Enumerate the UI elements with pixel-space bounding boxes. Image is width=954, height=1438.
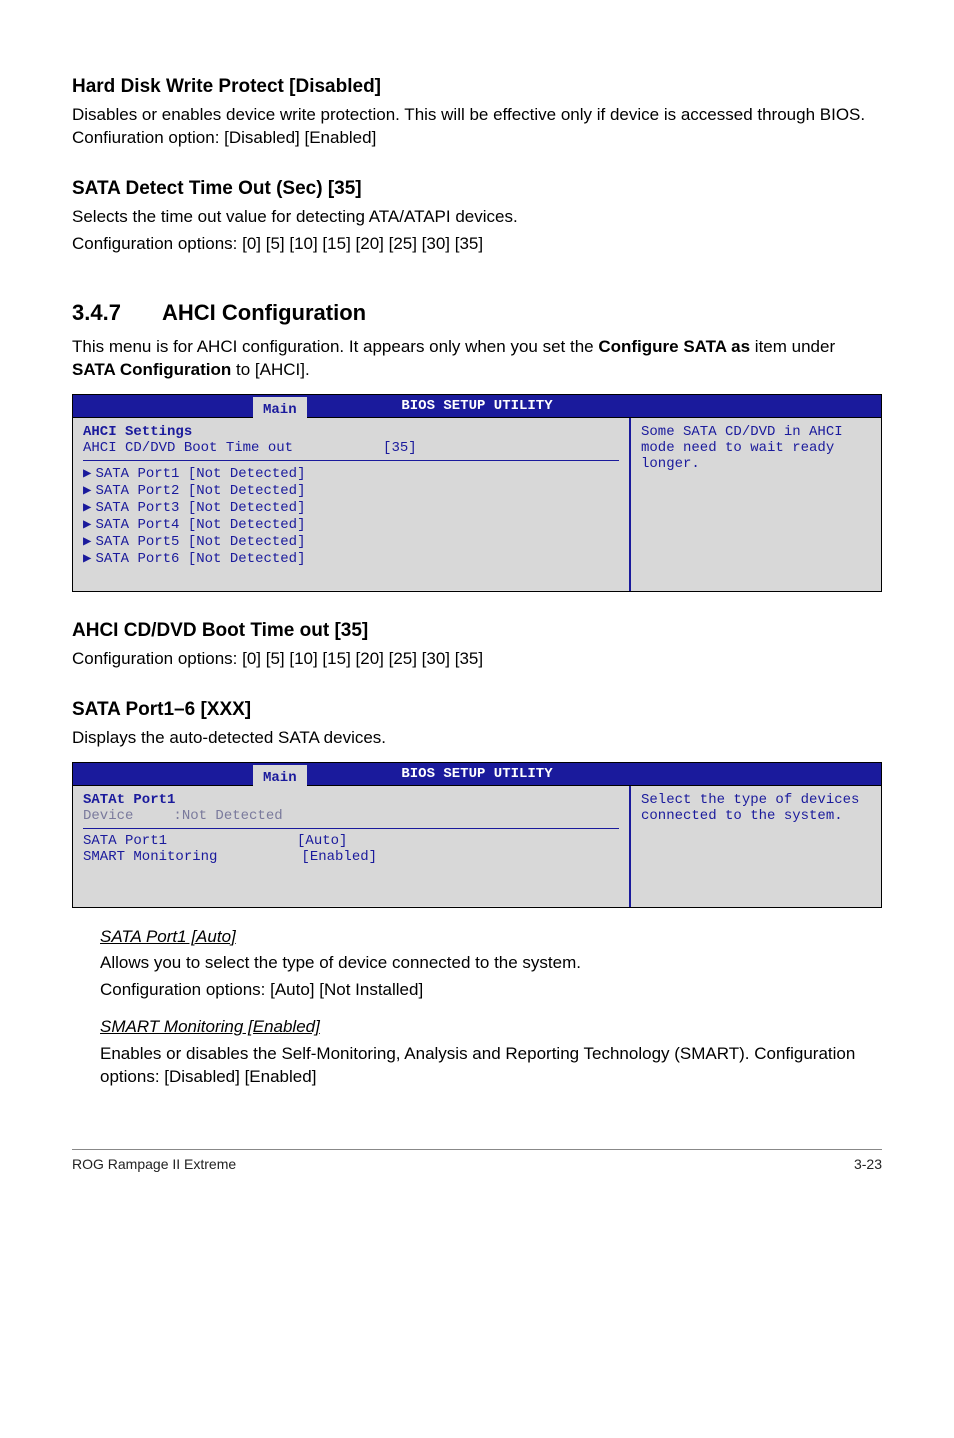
bios-divider	[83, 828, 619, 829]
triangle-icon: ▶	[83, 517, 91, 533]
section-title: AHCI Configuration	[162, 300, 366, 325]
bios-title: BIOS SETUP UTILITY	[401, 398, 552, 414]
sata-detect-timeout-desc-2: Configuration options: [0] [5] [10] [15]…	[72, 233, 882, 256]
bios-title: BIOS SETUP UTILITY	[401, 766, 552, 782]
bios-help-pane: Some SATA CD/DVD in AHCI mode need to wa…	[631, 418, 881, 591]
ahci-boot-time-desc: Configuration options: [0] [5] [10] [15]…	[72, 648, 882, 671]
section-desc-c: item under	[750, 337, 835, 356]
bios-screenshot-ahci: BIOS SETUP UTILITY Main AHCI Settings AH…	[72, 394, 882, 592]
detail-desc: Configuration options: [Auto] [Not Insta…	[100, 979, 882, 1002]
section-desc: This menu is for AHCI configuration. It …	[72, 336, 882, 382]
sata-port-desc: Displays the auto-detected SATA devices.	[72, 727, 882, 750]
bios-port-row: ▶SATA Port2 [Not Detected]	[83, 482, 619, 499]
sata-port-heading: SATA Port1–6 [XXX]	[72, 699, 882, 721]
triangle-icon: ▶	[83, 534, 91, 550]
detail-block: SATA Port1 [Auto] Allows you to select t…	[100, 926, 882, 1003]
bios-row-boot-time: AHCI CD/DVD Boot Time out [35]	[83, 440, 619, 456]
bios-titlebar: BIOS SETUP UTILITY Main	[73, 395, 881, 417]
bios-port-row: ▶SATA Port5 [Not Detected]	[83, 533, 619, 550]
section-desc-d: SATA Configuration	[72, 360, 231, 379]
bios-row-value: [35]	[383, 440, 417, 456]
bios-device-row: Device :Not Detected	[83, 808, 619, 824]
bios-port-row: ▶SATA Port4 [Not Detected]	[83, 516, 619, 533]
hard-disk-write-protect-heading: Hard Disk Write Protect [Disabled]	[72, 76, 882, 98]
section-desc-b: Configure SATA as	[598, 337, 750, 356]
bios-screenshot-sata-port: BIOS SETUP UTILITY Main SATAt Port1 Devi…	[72, 762, 882, 908]
bios-option-value: [Auto]	[297, 833, 347, 849]
bios-left-pane: SATAt Port1 Device :Not Detected SATA Por…	[73, 786, 631, 907]
triangle-icon: ▶	[83, 483, 91, 499]
bios-option-row: SATA Port1 [Auto]	[83, 833, 619, 849]
bios-help-pane: Select the type of devices connected to …	[631, 786, 881, 907]
footer-left: ROG Rampage II Extreme	[72, 1156, 236, 1172]
triangle-icon: ▶	[83, 551, 91, 567]
bios-row-label: AHCI CD/DVD Boot Time out	[83, 440, 293, 456]
bios-option-label: SATA Port1	[83, 833, 167, 849]
section-number: 3.4.7	[72, 300, 162, 326]
bios-option-row: SMART Monitoring [Enabled]	[83, 849, 619, 865]
section-desc-a: This menu is for AHCI configuration. It …	[72, 337, 598, 356]
detail-desc: Allows you to select the type of device …	[100, 952, 882, 975]
bios-port-row: ▶SATA Port1 [Not Detected]	[83, 465, 619, 482]
detail-heading: SMART Monitoring [Enabled]	[100, 1017, 320, 1036]
bios-option-value: [Enabled]	[301, 849, 377, 865]
bios-divider	[83, 460, 619, 461]
bios-help-text: Select the type of devices connected to …	[641, 792, 871, 824]
bios-heading: SATAt Port1	[83, 792, 619, 808]
sata-detect-timeout-desc-1: Selects the time out value for detecting…	[72, 206, 882, 229]
bios-heading: AHCI Settings	[83, 424, 619, 440]
detail-desc: Enables or disables the Self-Monitoring,…	[100, 1043, 882, 1089]
footer-right: 3-23	[854, 1156, 882, 1172]
bios-option-label: SMART Monitoring	[83, 849, 217, 865]
bios-left-pane: AHCI Settings AHCI CD/DVD Boot Time out […	[73, 418, 631, 591]
bios-port-label: SATA Port3 [Not Detected]	[95, 500, 305, 516]
bios-device-value: :Not Detected	[173, 808, 282, 824]
ahci-boot-time-heading: AHCI CD/DVD Boot Time out [35]	[72, 620, 882, 642]
hard-disk-write-protect-desc: Disables or enables device write protect…	[72, 104, 882, 150]
page-content: Hard Disk Write Protect [Disabled] Disab…	[0, 0, 954, 1212]
page-footer: ROG Rampage II Extreme 3-23	[72, 1149, 882, 1172]
triangle-icon: ▶	[83, 466, 91, 482]
bios-port-row: ▶SATA Port3 [Not Detected]	[83, 499, 619, 516]
bios-port-label: SATA Port4 [Not Detected]	[95, 517, 305, 533]
bios-help-text: Some SATA CD/DVD in AHCI mode need to wa…	[641, 424, 871, 472]
bios-port-label: SATA Port2 [Not Detected]	[95, 483, 305, 499]
triangle-icon: ▶	[83, 500, 91, 516]
bios-port-label: SATA Port1 [Not Detected]	[95, 466, 305, 482]
section-heading: 3.4.7AHCI Configuration	[72, 300, 882, 326]
section-desc-e: to [AHCI].	[231, 360, 309, 379]
bios-titlebar: BIOS SETUP UTILITY Main	[73, 763, 881, 785]
bios-device-label: Device	[83, 808, 133, 824]
detail-heading: SATA Port1 [Auto]	[100, 927, 236, 946]
bios-port-row: ▶SATA Port6 [Not Detected]	[83, 550, 619, 567]
bios-port-label: SATA Port5 [Not Detected]	[95, 534, 305, 550]
sata-detect-timeout-heading: SATA Detect Time Out (Sec) [35]	[72, 178, 882, 200]
detail-block: SMART Monitoring [Enabled] Enables or di…	[100, 1016, 882, 1089]
bios-port-label: SATA Port6 [Not Detected]	[95, 551, 305, 567]
